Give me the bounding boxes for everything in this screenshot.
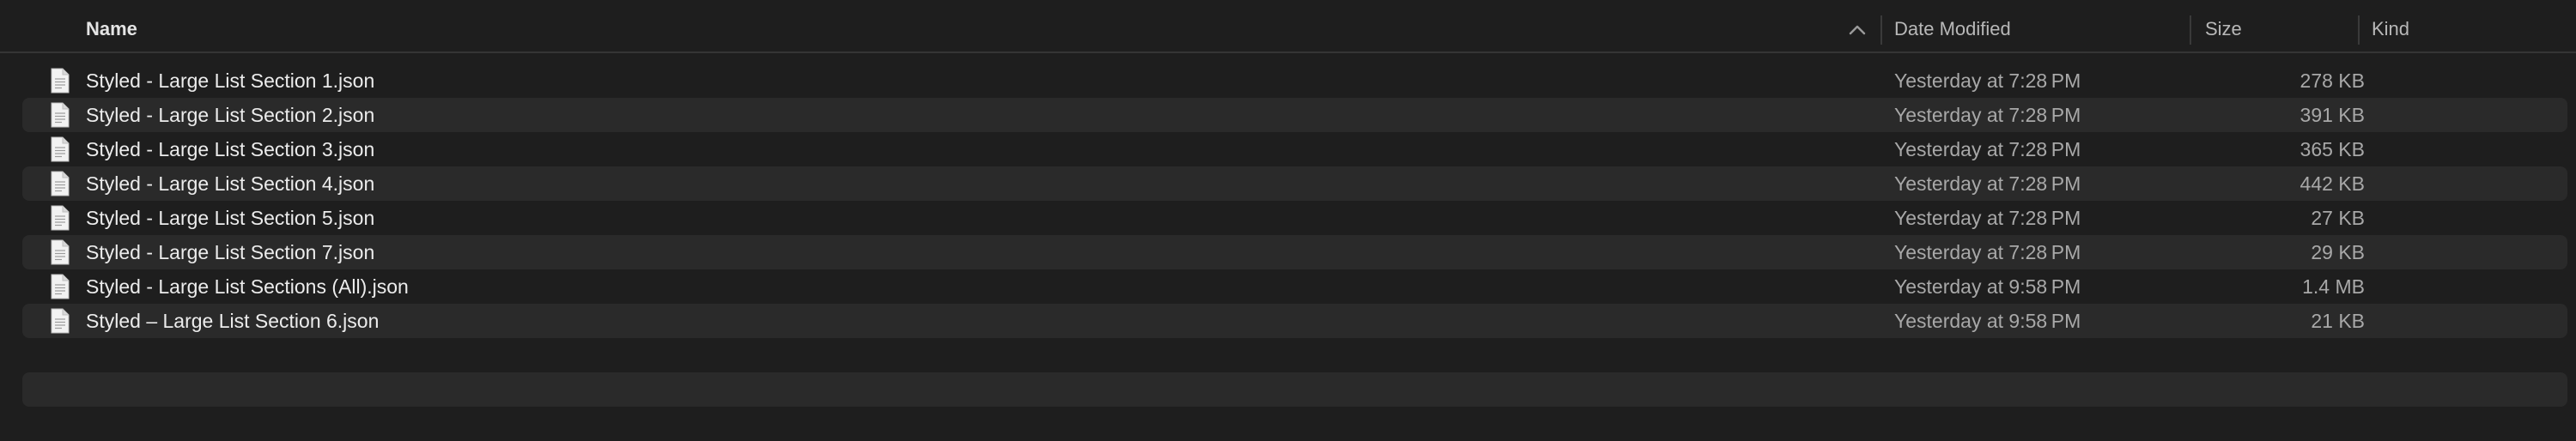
- column-divider[interactable]: [1880, 15, 1882, 45]
- file-row[interactable]: Styled - Large List Section 5.json Yester…: [22, 201, 2567, 235]
- file-size: 27 KB: [2311, 207, 2365, 229]
- file-size: 1.4 MB: [2302, 275, 2365, 298]
- column-header-bar: Name Date Modified Size Kind: [0, 7, 2576, 53]
- file-name: Styled - Large List Section 2.json: [86, 104, 375, 126]
- file-row[interactable]: Styled - Large List Section 4.json Yester…: [22, 166, 2567, 201]
- document-icon: [51, 102, 70, 128]
- file-size: 391 KB: [2300, 104, 2365, 126]
- file-date-modified: Yesterday at 7:28 PM: [1894, 207, 2081, 229]
- file-row[interactable]: Styled - Large List Sections (All).json Y…: [22, 269, 2567, 304]
- file-date-modified: Yesterday at 9:58 PM: [1894, 310, 2081, 332]
- file-row[interactable]: Styled - Large List Section 7.json Yester…: [22, 235, 2567, 269]
- file-size: 278 KB: [2300, 69, 2365, 92]
- file-date-modified: Yesterday at 7:28 PM: [1894, 241, 2081, 263]
- file-row[interactable]: Styled - Large List Section 3.json Yester…: [22, 132, 2567, 166]
- file-name: Styled - Large List Sections (All).json: [86, 275, 409, 298]
- file-size: 442 KB: [2300, 172, 2365, 195]
- column-header-name[interactable]: Name: [86, 7, 137, 51]
- document-icon: [51, 171, 70, 196]
- file-row[interactable]: Styled - Large List Section 2.json Yester…: [22, 98, 2567, 132]
- column-divider[interactable]: [2358, 15, 2360, 45]
- document-icon: [51, 68, 70, 94]
- file-size: 365 KB: [2300, 138, 2365, 160]
- file-date-modified: Yesterday at 7:28 PM: [1894, 138, 2081, 160]
- document-icon: [51, 308, 70, 334]
- document-icon: [51, 205, 70, 231]
- file-date-modified: Yesterday at 7:28 PM: [1894, 172, 2081, 195]
- document-icon: [51, 136, 70, 162]
- file-date-modified: Yesterday at 9:58 PM: [1894, 275, 2081, 298]
- file-name: Styled – Large List Section 6.json: [86, 310, 380, 332]
- column-divider[interactable]: [2190, 15, 2191, 45]
- file-name: Styled - Large List Section 5.json: [86, 207, 375, 229]
- file-name: Styled - Large List Section 3.json: [86, 138, 375, 160]
- chevron-up-icon[interactable]: [1848, 24, 1867, 36]
- column-header-date-modified[interactable]: Date Modified: [1894, 7, 2011, 51]
- file-name: Styled - Large List Section 1.json: [86, 69, 375, 92]
- file-size: 29 KB: [2311, 241, 2365, 263]
- column-header-size[interactable]: Size: [2205, 7, 2242, 51]
- file-row[interactable]: Styled - Large List Section 1.json Yester…: [22, 63, 2567, 98]
- column-header-kind[interactable]: Kind: [2372, 7, 2409, 51]
- file-list: Styled - Large List Section 1.json Yester…: [22, 63, 2567, 338]
- file-size: 21 KB: [2311, 310, 2365, 332]
- file-name: Styled - Large List Section 7.json: [86, 241, 375, 263]
- file-date-modified: Yesterday at 7:28 PM: [1894, 104, 2081, 126]
- file-date-modified: Yesterday at 7:28 PM: [1894, 69, 2081, 92]
- file-row[interactable]: Styled – Large List Section 6.json Yester…: [22, 304, 2567, 338]
- document-icon: [51, 239, 70, 265]
- finder-list-view: Name Date Modified Size Kind Styled - La…: [0, 0, 2576, 441]
- file-name: Styled - Large List Section 4.json: [86, 172, 375, 195]
- empty-list-row: [22, 372, 2567, 407]
- document-icon: [51, 274, 70, 299]
